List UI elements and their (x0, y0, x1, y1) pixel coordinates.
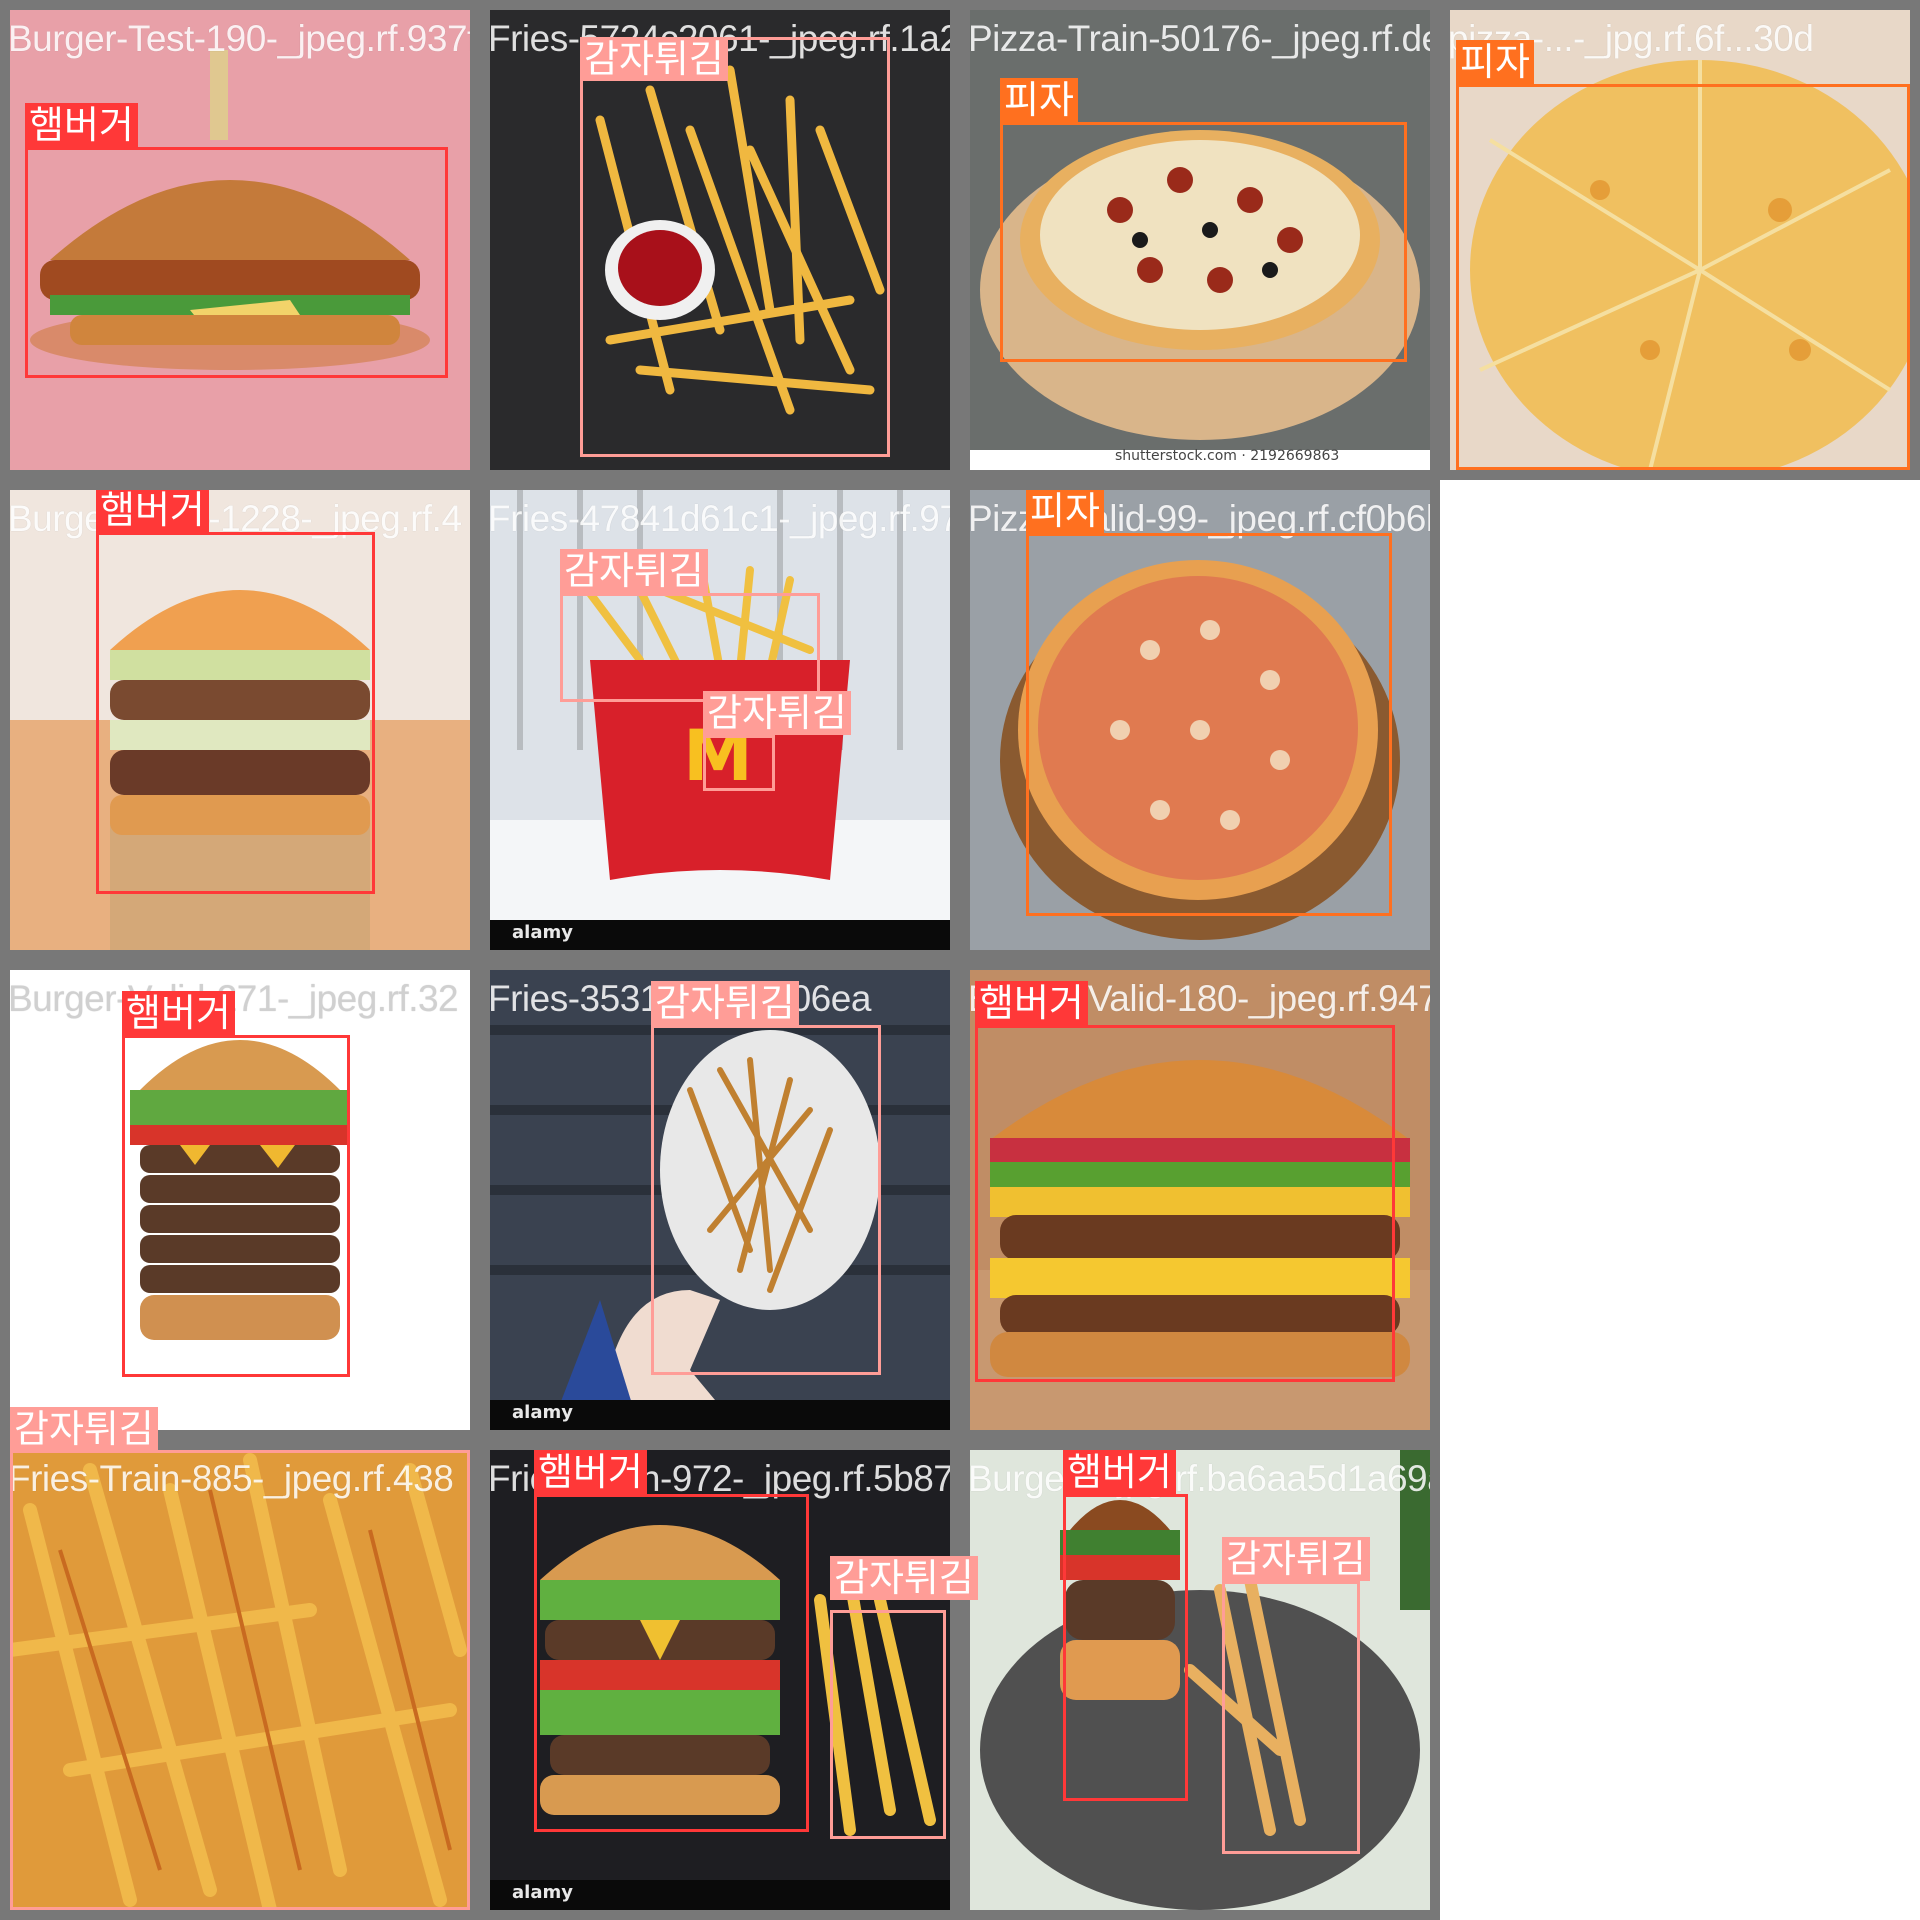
label-hamburger: 햄버거 (25, 103, 138, 147)
label-fries: 감자튀김 (10, 1407, 158, 1451)
bbox-fries[interactable] (830, 1610, 946, 1839)
tile-fries-5[interactable]: alamy Fries-Train-972-_jpeg.rf.5b874 햄버거 (480, 1440, 960, 1920)
tile-filename: Fries-47841d61c1-_jpeg.rf.97e803 (488, 498, 960, 539)
label-fries: 감자튀김 (560, 549, 708, 593)
tile-pizza-3[interactable]: Pizza-Valid-99-_jpeg.rf.cf0b6bef7af1521b… (960, 480, 1440, 960)
tile-filename: Burger-Test-190-_jpeg.rf.937f (8, 18, 477, 59)
label-fries: 감자튀김 (580, 37, 728, 81)
bbox-fries[interactable] (703, 735, 775, 791)
shutterstock-watermark: shutterstock.com · 2192669863 (1115, 448, 1340, 464)
label-pizza: 피자 (1026, 490, 1104, 533)
label-fries: 감자튀김 (1222, 1537, 1370, 1581)
tile-fries-1[interactable]: Fries-5724c2061-_jpeg.rf.1a202 감자튀김 (480, 0, 960, 480)
bbox-hamburger[interactable] (534, 1494, 809, 1832)
tile-pizza-1[interactable]: shutterstock.com · 2192669863 Pizza-Trai… (960, 0, 1440, 480)
label-fries: 감자튀김 (651, 981, 799, 1025)
label-hamburger: 햄버거 (96, 490, 209, 532)
label-fries: 감자튀김 (703, 691, 851, 735)
label-hamburger: 햄버거 (534, 1450, 647, 1494)
alamy-watermark: alamy (512, 1402, 573, 1423)
bbox-fries[interactable] (560, 593, 820, 702)
label-pizza: 피자 (1456, 40, 1534, 84)
bbox-hamburger[interactable] (1063, 1494, 1188, 1801)
bbox-pizza[interactable] (1026, 533, 1392, 916)
alamy-watermark: alamy (512, 1882, 573, 1903)
bbox-fries[interactable] (651, 1025, 881, 1375)
bbox-pizza[interactable] (1456, 84, 1910, 470)
tile-pizza-2[interactable]: pizza-...-_jpg.rf.6f...30d 피자 (1440, 0, 1920, 480)
tile-burger-5[interactable]: Burger-...jpg.rf.ba6aa5d1a69a47a2dacc2 햄… (960, 1440, 1440, 1920)
tile-filename: Pizza-Train-50176-_jpeg.rf.de (968, 18, 1440, 59)
tile-filename: Burger-...jpg.rf.ba6aa5d1a69a47a2dacc2 (968, 1458, 1430, 1499)
bbox-hamburger[interactable] (975, 1025, 1395, 1382)
mosaic-grid: Burger-Test-190-_jpeg.rf.937f 햄버거 Fries-… (0, 0, 1920, 1920)
alamy-watermark: alamy (512, 922, 573, 943)
bbox-hamburger[interactable] (122, 1035, 350, 1377)
burger-fries-image (970, 1450, 1430, 1910)
tile-burger-4[interactable]: Burger-Valid-180-_jpeg.rf.947dc645e889 햄… (960, 960, 1440, 1440)
bbox-fries[interactable] (580, 37, 890, 457)
label-hamburger: 햄버거 (1063, 1450, 1176, 1494)
bbox-hamburger[interactable] (96, 532, 375, 894)
tile-burger-1[interactable]: Burger-Test-190-_jpeg.rf.937f 햄버거 (0, 0, 480, 480)
bbox-pizza[interactable] (1000, 122, 1407, 362)
tile-fries-3[interactable]: alamy Fries-35317...eg.rf.06ea 감자튀김 (480, 960, 960, 1440)
label-fries: 감자튀김 (830, 1556, 978, 1600)
tile-fries-2[interactable]: M alamy Fries-47841d61c1-_jpeg.rf.97e803… (480, 480, 960, 960)
tile-burger-2[interactable]: Burger-Train-1228-_jpeg.rf.4 햄버거 (0, 480, 480, 960)
bbox-hamburger[interactable] (25, 147, 448, 378)
tile-burger-3[interactable]: Burger-Valid-271-_jpeg.rf.32 햄버거 (0, 960, 480, 1440)
bbox-fries[interactable] (10, 1450, 470, 1910)
label-pizza: 피자 (1000, 78, 1078, 122)
label-hamburger: 햄버거 (975, 981, 1088, 1025)
tile-fries-4[interactable]: Fries-Train-885-_jpeg.rf.438 (0, 1440, 480, 1920)
label-hamburger: 햄버거 (122, 991, 235, 1035)
bbox-fries[interactable] (1222, 1581, 1360, 1854)
